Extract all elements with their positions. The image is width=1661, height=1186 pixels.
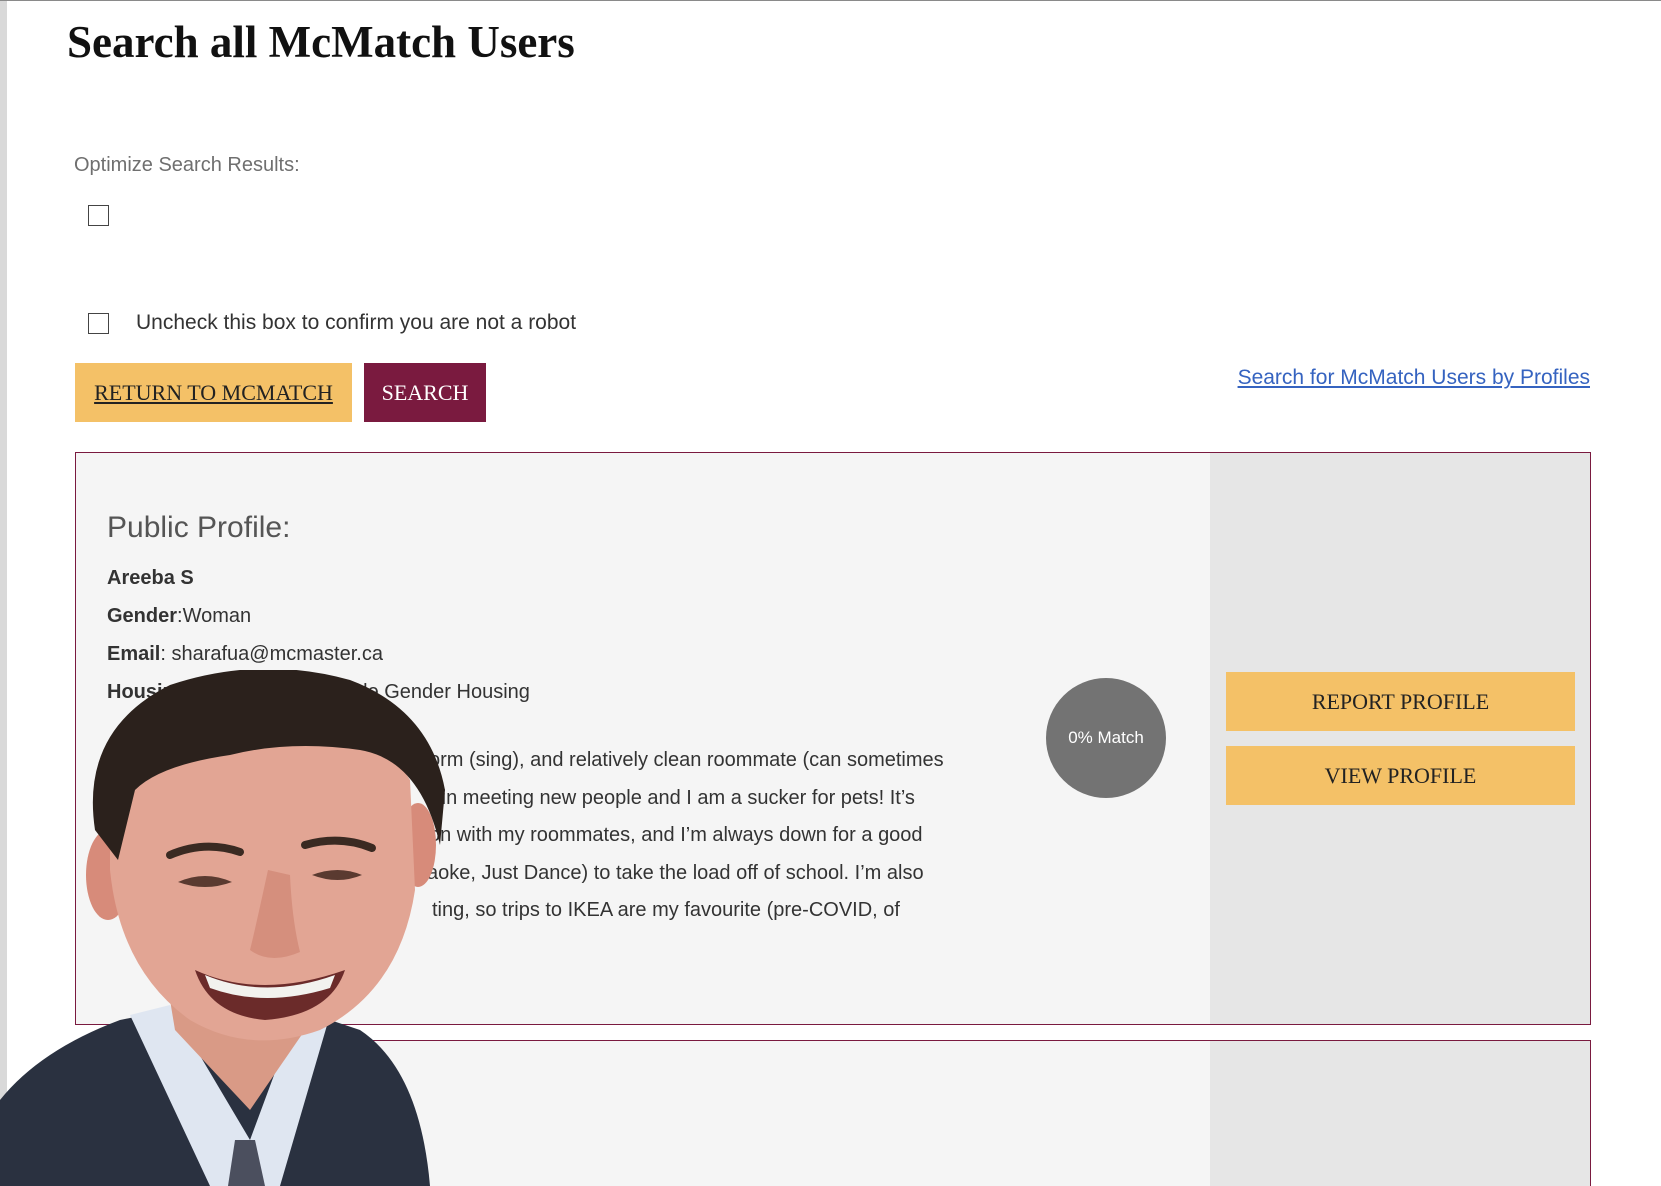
email-value: : sharafua@mcmaster.ca xyxy=(160,643,383,665)
public-profile-heading: Public Profile: xyxy=(107,511,291,544)
profile-name: Areeba S xyxy=(107,567,194,589)
not-a-robot-label: Uncheck this box to confirm you are not … xyxy=(136,311,577,334)
person-grimace-photo-icon xyxy=(0,670,450,1186)
page-title: Search all McMatch Users xyxy=(67,17,575,67)
result-card-actions-panel xyxy=(1210,453,1590,1024)
search-by-profiles-link[interactable]: Search for McMatch Users by Profiles xyxy=(1238,366,1590,390)
optimize-search-checkbox[interactable] xyxy=(88,205,109,226)
gender-value: :Woman xyxy=(177,605,252,627)
not-a-robot-checkbox[interactable] xyxy=(88,313,109,334)
optimize-search-label: Optimize Search Results: xyxy=(74,154,300,176)
email-label: Email xyxy=(107,643,161,665)
view-profile-button[interactable]: VIEW PROFILE xyxy=(1226,746,1575,805)
gender-label: Gender xyxy=(107,605,178,627)
match-percentage-badge: 0% Match xyxy=(1046,678,1166,798)
result-card-actions-panel xyxy=(1210,1041,1590,1186)
window-top-border xyxy=(0,0,1661,1)
profile-email: Email: sharafua@mcmaster.ca xyxy=(107,643,383,666)
search-button[interactable]: SEARCH xyxy=(364,363,486,422)
return-to-mcmatch-button[interactable]: RETURN TO MCMATCH xyxy=(75,363,352,422)
report-profile-button[interactable]: REPORT PROFILE xyxy=(1226,672,1575,731)
profile-gender: Gender:Woman xyxy=(107,605,251,628)
